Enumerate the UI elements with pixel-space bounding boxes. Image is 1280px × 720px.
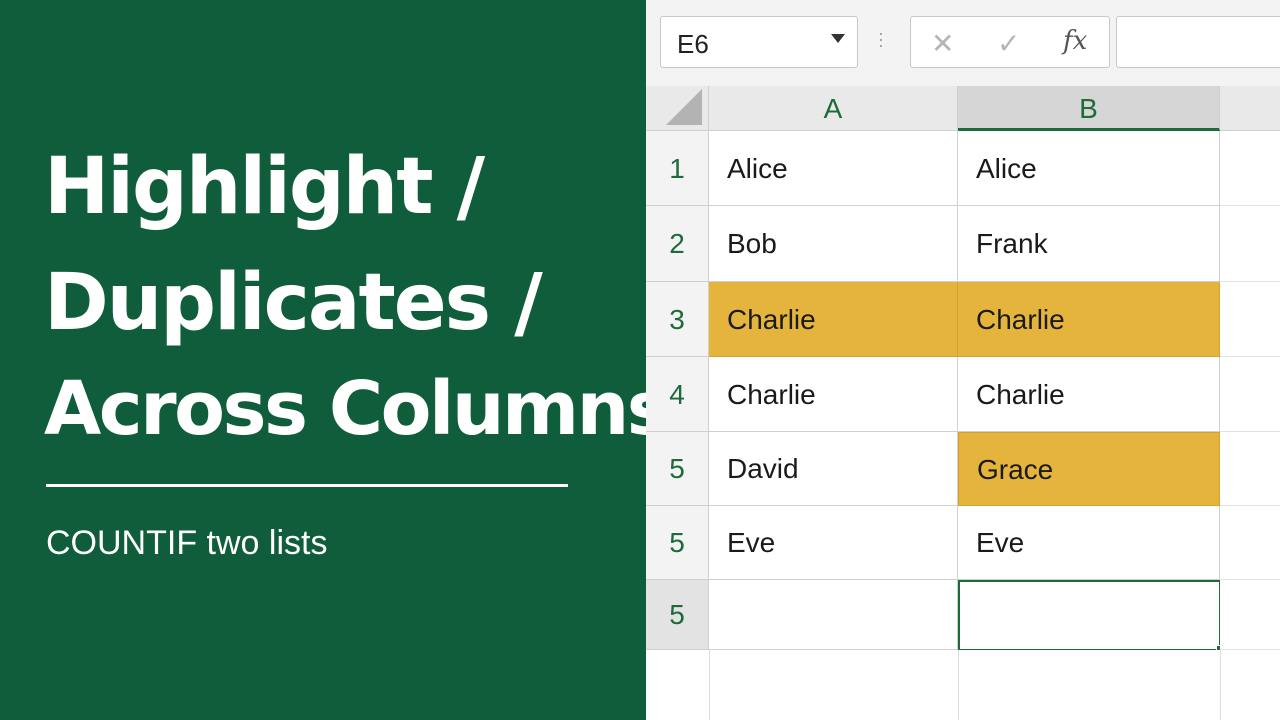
insert-function-icon[interactable]: fx (1063, 26, 1087, 56)
row-header[interactable]: 3 (646, 282, 709, 357)
close-icon[interactable]: ✕ (931, 27, 954, 60)
cell-c3[interactable] (1220, 282, 1280, 357)
title-line-1: Highlight / (44, 142, 485, 232)
cell-a4[interactable]: Charlie (709, 357, 958, 432)
select-all-triangle-icon (666, 89, 702, 125)
cell-b4[interactable]: Charlie (958, 357, 1220, 432)
gridline (709, 650, 710, 720)
cell-b5-highlighted[interactable]: Grace (958, 432, 1220, 506)
cell-b1[interactable]: Alice (958, 131, 1220, 206)
row-header[interactable]: 2 (646, 206, 709, 282)
cell-a5[interactable]: David (709, 432, 958, 506)
name-box[interactable]: E6 (660, 16, 858, 68)
cell-c6[interactable] (1220, 506, 1280, 580)
cell-c1[interactable] (1220, 131, 1280, 206)
title-line-2: Duplicates / (44, 258, 543, 348)
title-line-3: Across Columns (44, 366, 671, 452)
gridline (958, 650, 959, 720)
name-box-value: E6 (677, 29, 709, 59)
title-panel: Highlight / Duplicates / Across Columns … (0, 0, 671, 720)
chevron-down-icon[interactable] (831, 34, 845, 43)
formula-bar: E6 · · · ✕ ✓ fx (646, 0, 1280, 86)
more-vertical-icon: · · · (878, 23, 884, 55)
row-header[interactable]: 5 (646, 432, 709, 506)
title-divider (46, 484, 568, 487)
row-header[interactable]: 5 (646, 506, 709, 580)
subtitle: COUNTIF two lists (46, 524, 328, 562)
cell-a3-duplicate[interactable]: Charlie (709, 282, 958, 357)
row-header[interactable]: 4 (646, 357, 709, 432)
column-header-a[interactable]: A (709, 86, 958, 131)
cell-b6[interactable]: Eve (958, 506, 1220, 580)
check-icon[interactable]: ✓ (997, 27, 1020, 60)
empty-grid-area (646, 650, 1280, 720)
cell-c5[interactable] (1220, 432, 1280, 506)
cell-a2[interactable]: Bob (709, 206, 958, 282)
column-header-empty (1220, 86, 1280, 131)
gridline (1220, 650, 1221, 720)
formula-buttons: ✕ ✓ fx (910, 16, 1110, 68)
row-header-active[interactable]: 5 (646, 580, 709, 650)
cell-grid: A B 1 Alice Alice 2 Bob Frank 3 Charlie … (646, 86, 1280, 720)
cell-a7[interactable] (709, 580, 958, 650)
cell-b3-duplicate[interactable]: Charlie (958, 282, 1220, 357)
row-header[interactable]: 1 (646, 131, 709, 206)
active-cell[interactable] (958, 580, 1221, 651)
cell-a1[interactable]: Alice (709, 131, 958, 206)
formula-input[interactable] (1116, 16, 1280, 68)
cell-c2[interactable] (1220, 206, 1280, 282)
cell-c4[interactable] (1220, 357, 1280, 432)
column-header-b[interactable]: B (958, 86, 1220, 131)
cell-a6[interactable]: Eve (709, 506, 958, 580)
cell-b2[interactable]: Frank (958, 206, 1220, 282)
select-all-corner[interactable] (646, 86, 709, 131)
cell-c7[interactable] (1220, 580, 1280, 650)
spreadsheet: E6 · · · ✕ ✓ fx A B 1 Alice Alice 2 Bob Fr… (646, 0, 1280, 720)
